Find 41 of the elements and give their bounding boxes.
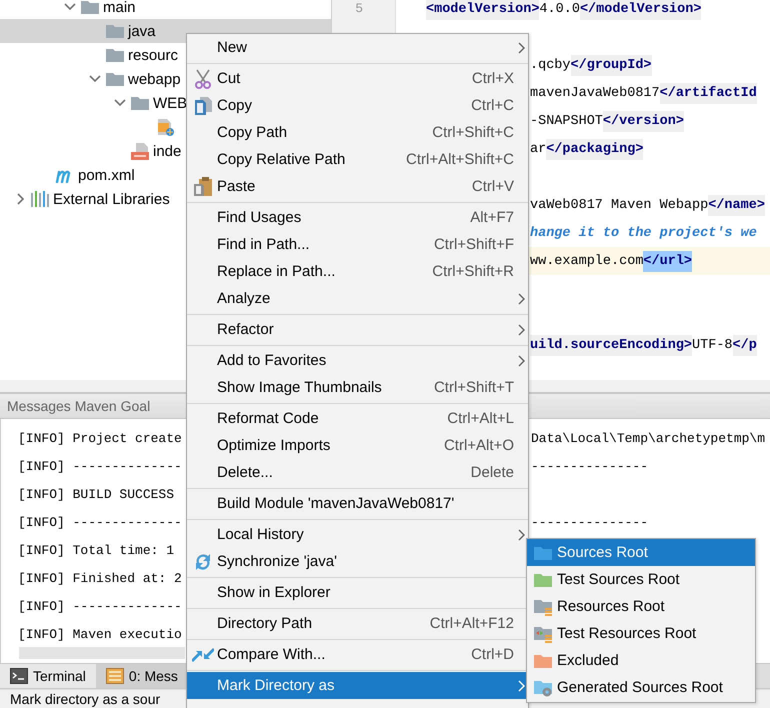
log-line: [INFO] --------------	[17, 598, 183, 614]
xml-tag: </version>	[602, 110, 684, 132]
code-text: ar	[530, 140, 546, 158]
log-line: [INFO] BUILD SUCCESS	[17, 486, 176, 502]
tree-item-label: main	[103, 0, 136, 16]
selected-xml-tag: </url>	[643, 250, 692, 272]
tree-item-label: webapp	[128, 70, 181, 88]
xml-tag: </name>	[708, 194, 765, 216]
code-text: vaWeb0817 Maven Webapp	[530, 196, 708, 214]
code-text: .qcby	[530, 56, 571, 74]
xml-tag: uild.sourceEncoding>	[530, 334, 692, 356]
code-text: 4.0.0	[539, 0, 580, 18]
tree-item-label: java	[128, 22, 156, 40]
xml-tag: <modelVersion>	[426, 0, 540, 20]
log-line: [INFO] Total time: 1	[17, 542, 176, 558]
log-line: [INFO] Project create	[17, 430, 183, 446]
tree-item-label: WEB	[153, 94, 188, 112]
xml-tag: </artifactId	[660, 82, 757, 104]
xml-tag: </groupId>	[570, 54, 652, 76]
log-line: [INFO] Finished at: 2	[17, 570, 183, 586]
tree-item-label: External Libraries	[53, 190, 170, 208]
xml-tag: </p	[732, 334, 757, 356]
log-line: Data\Local\Temp\archetypetmp\m	[531, 430, 766, 446]
line-number: 5	[354, 0, 364, 18]
code-comment: hange it to the project's we	[530, 224, 757, 242]
code-text: ww.example.com	[530, 252, 644, 270]
log-line: [INFO] --------------	[17, 458, 183, 474]
code-text: mavenJavaWeb0817	[530, 84, 660, 102]
tree-item-label: resourc	[128, 46, 178, 64]
xml-tag: </modelVersion>	[580, 0, 702, 20]
xml-tag: </packaging>	[546, 138, 644, 160]
log-line: [INFO] --------------	[17, 514, 183, 530]
log-line: ---------------	[531, 514, 648, 530]
tree-item-label: pom.xml	[78, 166, 135, 184]
code-text: -SNAPSHOT	[530, 112, 603, 130]
log-line: [INFO] Maven executio	[17, 626, 183, 642]
tree-item-label: inde	[153, 142, 182, 160]
status-text: Mark directory as a sour	[10, 691, 160, 707]
log-line: ---------------	[531, 458, 648, 474]
code-text: UTF-8	[692, 336, 733, 354]
panel-title: Messages Maven Goal	[7, 398, 150, 414]
